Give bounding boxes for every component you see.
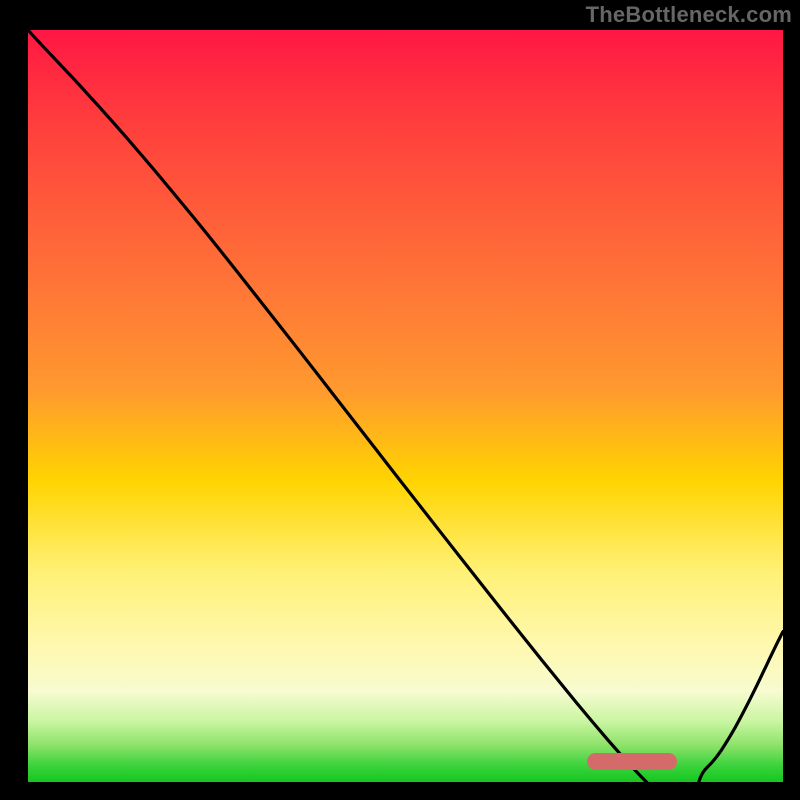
optimal-range-marker <box>587 753 678 770</box>
bottleneck-curve-path <box>28 30 783 782</box>
chart-line-layer <box>28 30 783 782</box>
watermark-text: TheBottleneck.com <box>586 2 792 28</box>
chart-stage: TheBottleneck.com <box>0 0 800 800</box>
chart-plot-area <box>28 30 783 782</box>
